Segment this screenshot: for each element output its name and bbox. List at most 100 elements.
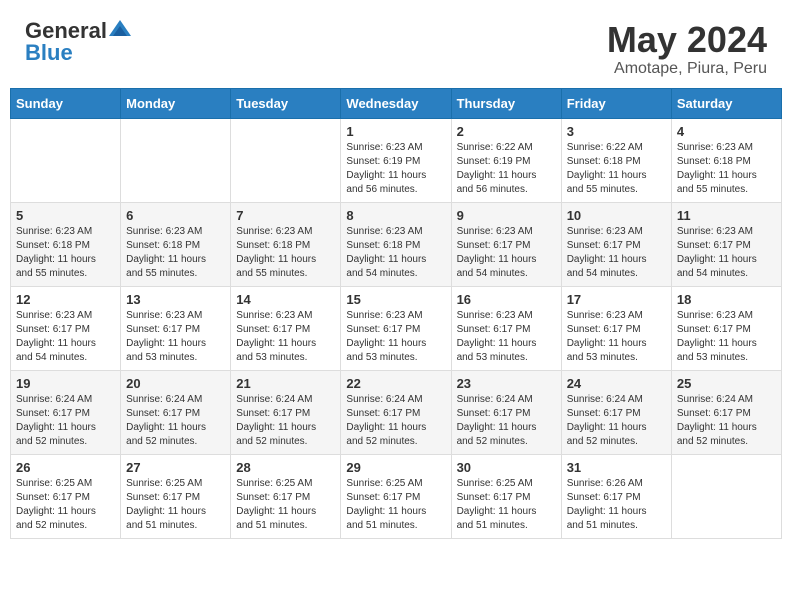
calendar-cell [121, 118, 231, 202]
day-info: Sunrise: 6:22 AM Sunset: 6:18 PM Dayligh… [567, 141, 666, 197]
col-header-thursday: Thursday [451, 88, 561, 118]
day-number: 1 [346, 124, 445, 139]
day-info: Sunrise: 6:24 AM Sunset: 6:17 PM Dayligh… [236, 393, 335, 449]
calendar-cell [11, 118, 121, 202]
week-row-4: 19Sunrise: 6:24 AM Sunset: 6:17 PM Dayli… [11, 370, 782, 454]
day-number: 24 [567, 376, 666, 391]
header-row: SundayMondayTuesdayWednesdayThursdayFrid… [11, 88, 782, 118]
day-info: Sunrise: 6:23 AM Sunset: 6:18 PM Dayligh… [16, 225, 115, 281]
col-header-sunday: Sunday [11, 88, 121, 118]
day-number: 28 [236, 460, 335, 475]
calendar-cell: 21 Sunrise: 6:24 AM Sunset: 6:17 PM Dayli… [231, 370, 341, 454]
day-number: 8 [346, 208, 445, 223]
calendar-cell: 7Sunrise: 6:23 AM Sunset: 6:18 PM Daylig… [231, 202, 341, 286]
day-number: 3 [567, 124, 666, 139]
logo: General Blue [25, 20, 131, 65]
day-number: 11 [677, 208, 776, 223]
day-number: 12 [16, 292, 115, 307]
calendar-cell: 4 Sunrise: 6:23 AM Sunset: 6:18 PM Daylig… [671, 118, 781, 202]
calendar-cell: 18Sunrise: 6:23 AM Sunset: 6:17 PM Dayli… [671, 286, 781, 370]
day-info: Sunrise: 6:24 AM Sunset: 6:17 PM Dayligh… [677, 393, 776, 449]
calendar-cell: 26Sunrise: 6:25 AM Sunset: 6:17 PM Dayli… [11, 454, 121, 538]
day-info: Sunrise: 6:22 AM Sunset: 6:19 PM Dayligh… [457, 141, 556, 197]
calendar-cell: 19Sunrise: 6:24 AM Sunset: 6:17 PM Dayli… [11, 370, 121, 454]
day-number: 7 [236, 208, 335, 223]
day-info: Sunrise: 6:24 AM Sunset: 6:17 PM Dayligh… [346, 393, 445, 449]
day-number: 14 [236, 292, 335, 307]
day-info: Sunrise: 6:23 AM Sunset: 6:17 PM Dayligh… [457, 225, 556, 281]
day-number: 30 [457, 460, 556, 475]
day-info: Sunrise: 6:23 AM Sunset: 6:17 PM Dayligh… [567, 309, 666, 365]
day-number: 20 [126, 376, 225, 391]
day-number: 13 [126, 292, 225, 307]
day-info: Sunrise: 6:24 AM Sunset: 6:17 PM Dayligh… [457, 393, 556, 449]
col-header-wednesday: Wednesday [341, 88, 451, 118]
calendar-body: 1Sunrise: 6:23 AM Sunset: 6:19 PM Daylig… [11, 118, 782, 538]
day-info: Sunrise: 6:24 AM Sunset: 6:17 PM Dayligh… [126, 393, 225, 449]
calendar-cell: 6Sunrise: 6:23 AM Sunset: 6:18 PM Daylig… [121, 202, 231, 286]
day-info: Sunrise: 6:23 AM Sunset: 6:17 PM Dayligh… [236, 309, 335, 365]
calendar-cell: 8 Sunrise: 6:23 AM Sunset: 6:18 PM Daylig… [341, 202, 451, 286]
day-number: 26 [16, 460, 115, 475]
day-number: 23 [457, 376, 556, 391]
calendar-cell: 28 Sunrise: 6:25 AM Sunset: 6:17 PM Dayli… [231, 454, 341, 538]
day-info: Sunrise: 6:25 AM Sunset: 6:17 PM Dayligh… [126, 477, 225, 533]
day-number: 15 [346, 292, 445, 307]
calendar-cell: 12 Sunrise: 6:23 AM Sunset: 6:17 PM Dayli… [11, 286, 121, 370]
day-number: 22 [346, 376, 445, 391]
week-row-3: 12 Sunrise: 6:23 AM Sunset: 6:17 PM Dayli… [11, 286, 782, 370]
calendar-cell: 20 Sunrise: 6:24 AM Sunset: 6:17 PM Dayli… [121, 370, 231, 454]
calendar-cell: 5 Sunrise: 6:23 AM Sunset: 6:18 PM Daylig… [11, 202, 121, 286]
calendar-cell: 23 Sunrise: 6:24 AM Sunset: 6:17 PM Dayli… [451, 370, 561, 454]
day-info: Sunrise: 6:23 AM Sunset: 6:17 PM Dayligh… [346, 309, 445, 365]
main-title: May 2024 [607, 20, 767, 60]
day-info: Sunrise: 6:25 AM Sunset: 6:17 PM Dayligh… [236, 477, 335, 533]
day-info: Sunrise: 6:26 AM Sunset: 6:17 PM Dayligh… [567, 477, 666, 533]
day-number: 31 [567, 460, 666, 475]
calendar-cell: 11 Sunrise: 6:23 AM Sunset: 6:17 PM Dayli… [671, 202, 781, 286]
logo-general: General [25, 20, 107, 42]
calendar-cell: 16 Sunrise: 6:23 AM Sunset: 6:17 PM Dayli… [451, 286, 561, 370]
col-header-tuesday: Tuesday [231, 88, 341, 118]
week-row-2: 5 Sunrise: 6:23 AM Sunset: 6:18 PM Daylig… [11, 202, 782, 286]
calendar-cell: 2Sunrise: 6:22 AM Sunset: 6:19 PM Daylig… [451, 118, 561, 202]
calendar-cell: 30 Sunrise: 6:25 AM Sunset: 6:17 PM Dayli… [451, 454, 561, 538]
day-info: Sunrise: 6:23 AM Sunset: 6:18 PM Dayligh… [346, 225, 445, 281]
calendar-cell: 13Sunrise: 6:23 AM Sunset: 6:17 PM Dayli… [121, 286, 231, 370]
calendar-cell: 15 Sunrise: 6:23 AM Sunset: 6:17 PM Dayli… [341, 286, 451, 370]
day-info: Sunrise: 6:25 AM Sunset: 6:17 PM Dayligh… [346, 477, 445, 533]
day-number: 17 [567, 292, 666, 307]
day-info: Sunrise: 6:23 AM Sunset: 6:18 PM Dayligh… [677, 141, 776, 197]
calendar-table: SundayMondayTuesdayWednesdayThursdayFrid… [10, 88, 782, 539]
logo-icon [109, 18, 131, 40]
day-number: 6 [126, 208, 225, 223]
calendar-cell: 22 Sunrise: 6:24 AM Sunset: 6:17 PM Dayli… [341, 370, 451, 454]
calendar-cell: 17 Sunrise: 6:23 AM Sunset: 6:17 PM Dayli… [561, 286, 671, 370]
day-number: 16 [457, 292, 556, 307]
day-info: Sunrise: 6:23 AM Sunset: 6:17 PM Dayligh… [16, 309, 115, 365]
calendar-cell: 25Sunrise: 6:24 AM Sunset: 6:17 PM Dayli… [671, 370, 781, 454]
col-header-saturday: Saturday [671, 88, 781, 118]
calendar-cell: 24 Sunrise: 6:24 AM Sunset: 6:17 PM Dayli… [561, 370, 671, 454]
day-number: 21 [236, 376, 335, 391]
calendar-cell: 3 Sunrise: 6:22 AM Sunset: 6:18 PM Daylig… [561, 118, 671, 202]
calendar-cell [671, 454, 781, 538]
day-number: 4 [677, 124, 776, 139]
calendar-cell: 29Sunrise: 6:25 AM Sunset: 6:17 PM Dayli… [341, 454, 451, 538]
calendar-cell: 27Sunrise: 6:25 AM Sunset: 6:17 PM Dayli… [121, 454, 231, 538]
subtitle: Amotape, Piura, Peru [607, 60, 767, 78]
week-row-5: 26 Sunrise: 6:25 AM Sunset: 6:17 PM Dayli… [11, 454, 782, 538]
day-number: 5 [16, 208, 115, 223]
day-info: Sunrise: 6:25 AM Sunset: 6:17 PM Dayligh… [457, 477, 556, 533]
logo-blue: Blue [25, 40, 73, 65]
week-row-1: 1Sunrise: 6:23 AM Sunset: 6:19 PM Daylig… [11, 118, 782, 202]
day-info: Sunrise: 6:24 AM Sunset: 6:17 PM Dayligh… [16, 393, 115, 449]
day-info: Sunrise: 6:24 AM Sunset: 6:17 PM Dayligh… [567, 393, 666, 449]
day-info: Sunrise: 6:23 AM Sunset: 6:17 PM Dayligh… [677, 225, 776, 281]
day-info: Sunrise: 6:23 AM Sunset: 6:17 PM Dayligh… [457, 309, 556, 365]
calendar-header: SundayMondayTuesdayWednesdayThursdayFrid… [11, 88, 782, 118]
calendar-cell [231, 118, 341, 202]
calendar-cell: 14 Sunrise: 6:23 AM Sunset: 6:17 PM Dayli… [231, 286, 341, 370]
day-number: 10 [567, 208, 666, 223]
day-number: 9 [457, 208, 556, 223]
